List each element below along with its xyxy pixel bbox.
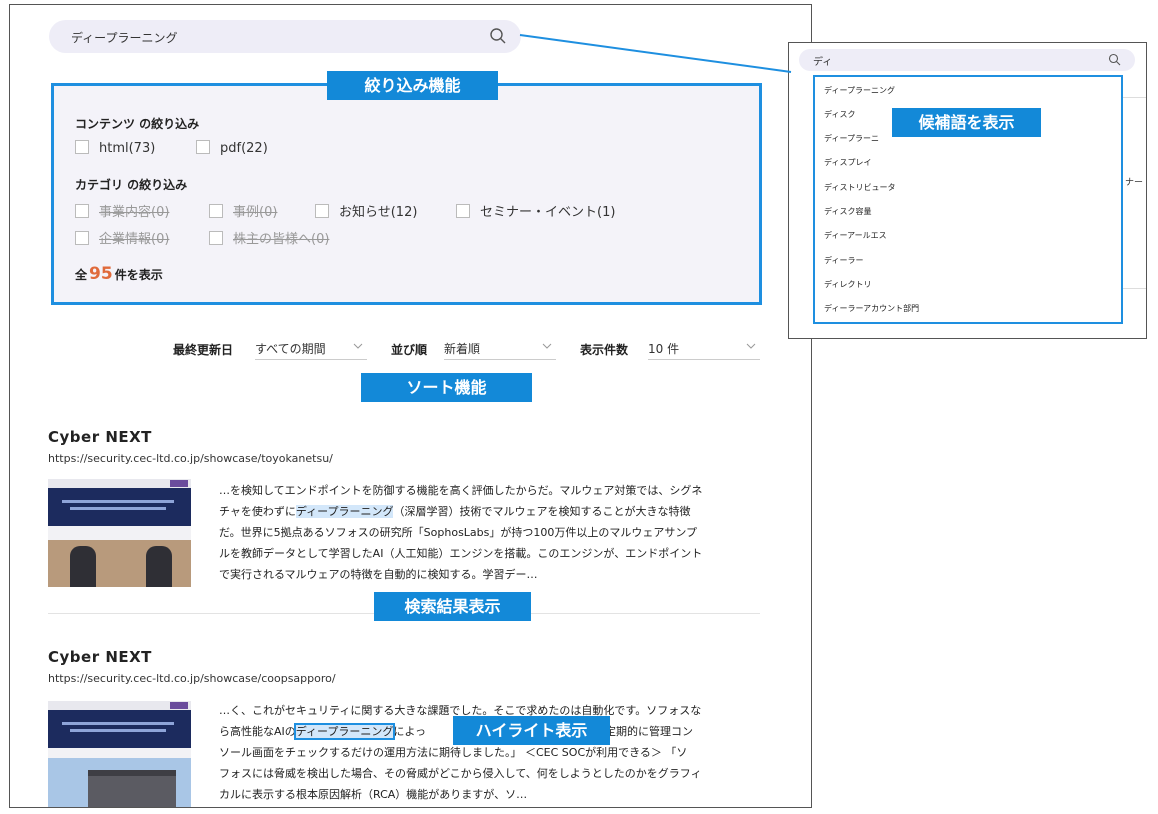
callout-highlight: ハイライト表示 [453, 716, 610, 745]
filter-checkbox-case: 事例(0) [209, 201, 277, 220]
filter-checkbox-news[interactable]: お知らせ(12) [315, 201, 417, 220]
sort-order-label: 並び順 [391, 343, 428, 357]
result-total: 全 95 件を表示 [75, 264, 163, 284]
search-bar[interactable]: ディープラーニング [49, 20, 521, 53]
suggest-search-bar[interactable]: ディ [799, 49, 1135, 71]
suggest-item[interactable]: ディスク容量 [824, 206, 871, 217]
result-thumbnail-1[interactable] [48, 479, 191, 587]
filter-checkbox-business: 事業内容(0) [75, 201, 169, 220]
result-snippet-1: …を検知してエンドポイントを防御する機能を高く評価したからだ。マルウェア対策では… [219, 484, 703, 581]
suggest-item[interactable]: ディーラーアカウント部門 [824, 303, 919, 314]
checkbox-icon [209, 204, 223, 218]
filter-checkbox-html[interactable]: html(73) [75, 140, 155, 156]
search-icon[interactable] [489, 27, 507, 45]
keyword-highlight: ディープラーニング [295, 505, 394, 518]
callout-filter: 絞り込み機能 [327, 71, 498, 100]
suggest-item[interactable]: ディレクトリ [824, 279, 871, 290]
result-title-2[interactable]: Cyber NEXT [48, 648, 152, 666]
checkbox-icon[interactable] [456, 204, 470, 218]
checkbox-icon[interactable] [196, 140, 210, 154]
content-filter-heading: コンテンツ の絞り込み [75, 117, 200, 131]
sort-updated-select[interactable]: すべての期間 [255, 340, 367, 360]
sort-count-select[interactable]: 10 件 [648, 340, 760, 360]
filter-checkbox-shareholders: 株主の皆様へ(0) [209, 228, 329, 247]
suggest-background-text: ナー [1125, 178, 1144, 188]
result-url-1[interactable]: https://security.cec-ltd.co.jp/showcase/… [48, 452, 333, 465]
chevron-down-icon [353, 343, 363, 349]
search-icon[interactable] [1108, 53, 1121, 66]
suggest-item[interactable]: ディープラーニング [824, 85, 895, 96]
result-title-1[interactable]: Cyber NEXT [48, 428, 152, 446]
sort-order-select[interactable]: 新着順 [444, 340, 556, 360]
chevron-down-icon [542, 343, 552, 349]
search-page-frame: ディープラーニング コンテンツ の絞り込み html(73) pdf(22) カ… [9, 4, 812, 808]
result-thumbnail-2[interactable] [48, 701, 191, 807]
callout-suggest: 候補語を表示 [892, 108, 1041, 137]
filter-panel: コンテンツ の絞り込み html(73) pdf(22) カテゴリ の絞り込み … [51, 83, 762, 305]
chevron-down-icon [746, 343, 756, 349]
checkbox-icon [75, 231, 89, 245]
suggest-item[interactable]: ディープラーニ [824, 133, 879, 144]
suggest-panel: ディ ナー ディープラーニング ディスク ディープラーニ ディスプレイ ディスト… [788, 42, 1147, 339]
suggest-item[interactable]: ディスプレイ [824, 157, 871, 168]
suggest-item[interactable]: ディスク [824, 109, 855, 120]
keyword-highlight: ディープラーニング [293, 723, 396, 740]
callout-sort: ソート機能 [361, 373, 532, 402]
filter-checkbox-company: 企業情報(0) [75, 228, 169, 247]
category-filter-heading: カテゴリ の絞り込み [75, 178, 188, 192]
suggest-item[interactable]: ディーアールエス [824, 230, 887, 241]
callout-results: 検索結果表示 [374, 592, 531, 621]
suggest-search-input[interactable]: ディ [813, 53, 832, 68]
suggest-item[interactable]: ディーラー [824, 255, 863, 266]
checkbox-icon [209, 231, 223, 245]
filter-checkbox-pdf[interactable]: pdf(22) [196, 140, 268, 156]
filter-checkbox-seminar[interactable]: セミナー・イベント(1) [456, 201, 615, 220]
suggest-item[interactable]: ディストリビュータ [824, 182, 895, 193]
sort-count-label: 表示件数 [580, 343, 629, 357]
result-url-2[interactable]: https://security.cec-ltd.co.jp/showcase/… [48, 672, 336, 685]
checkbox-icon[interactable] [315, 204, 329, 218]
search-input[interactable]: ディープラーニング [71, 29, 177, 46]
checkbox-icon[interactable] [75, 140, 89, 154]
checkbox-icon [75, 204, 89, 218]
sort-updated-label: 最終更新日 [173, 343, 234, 357]
